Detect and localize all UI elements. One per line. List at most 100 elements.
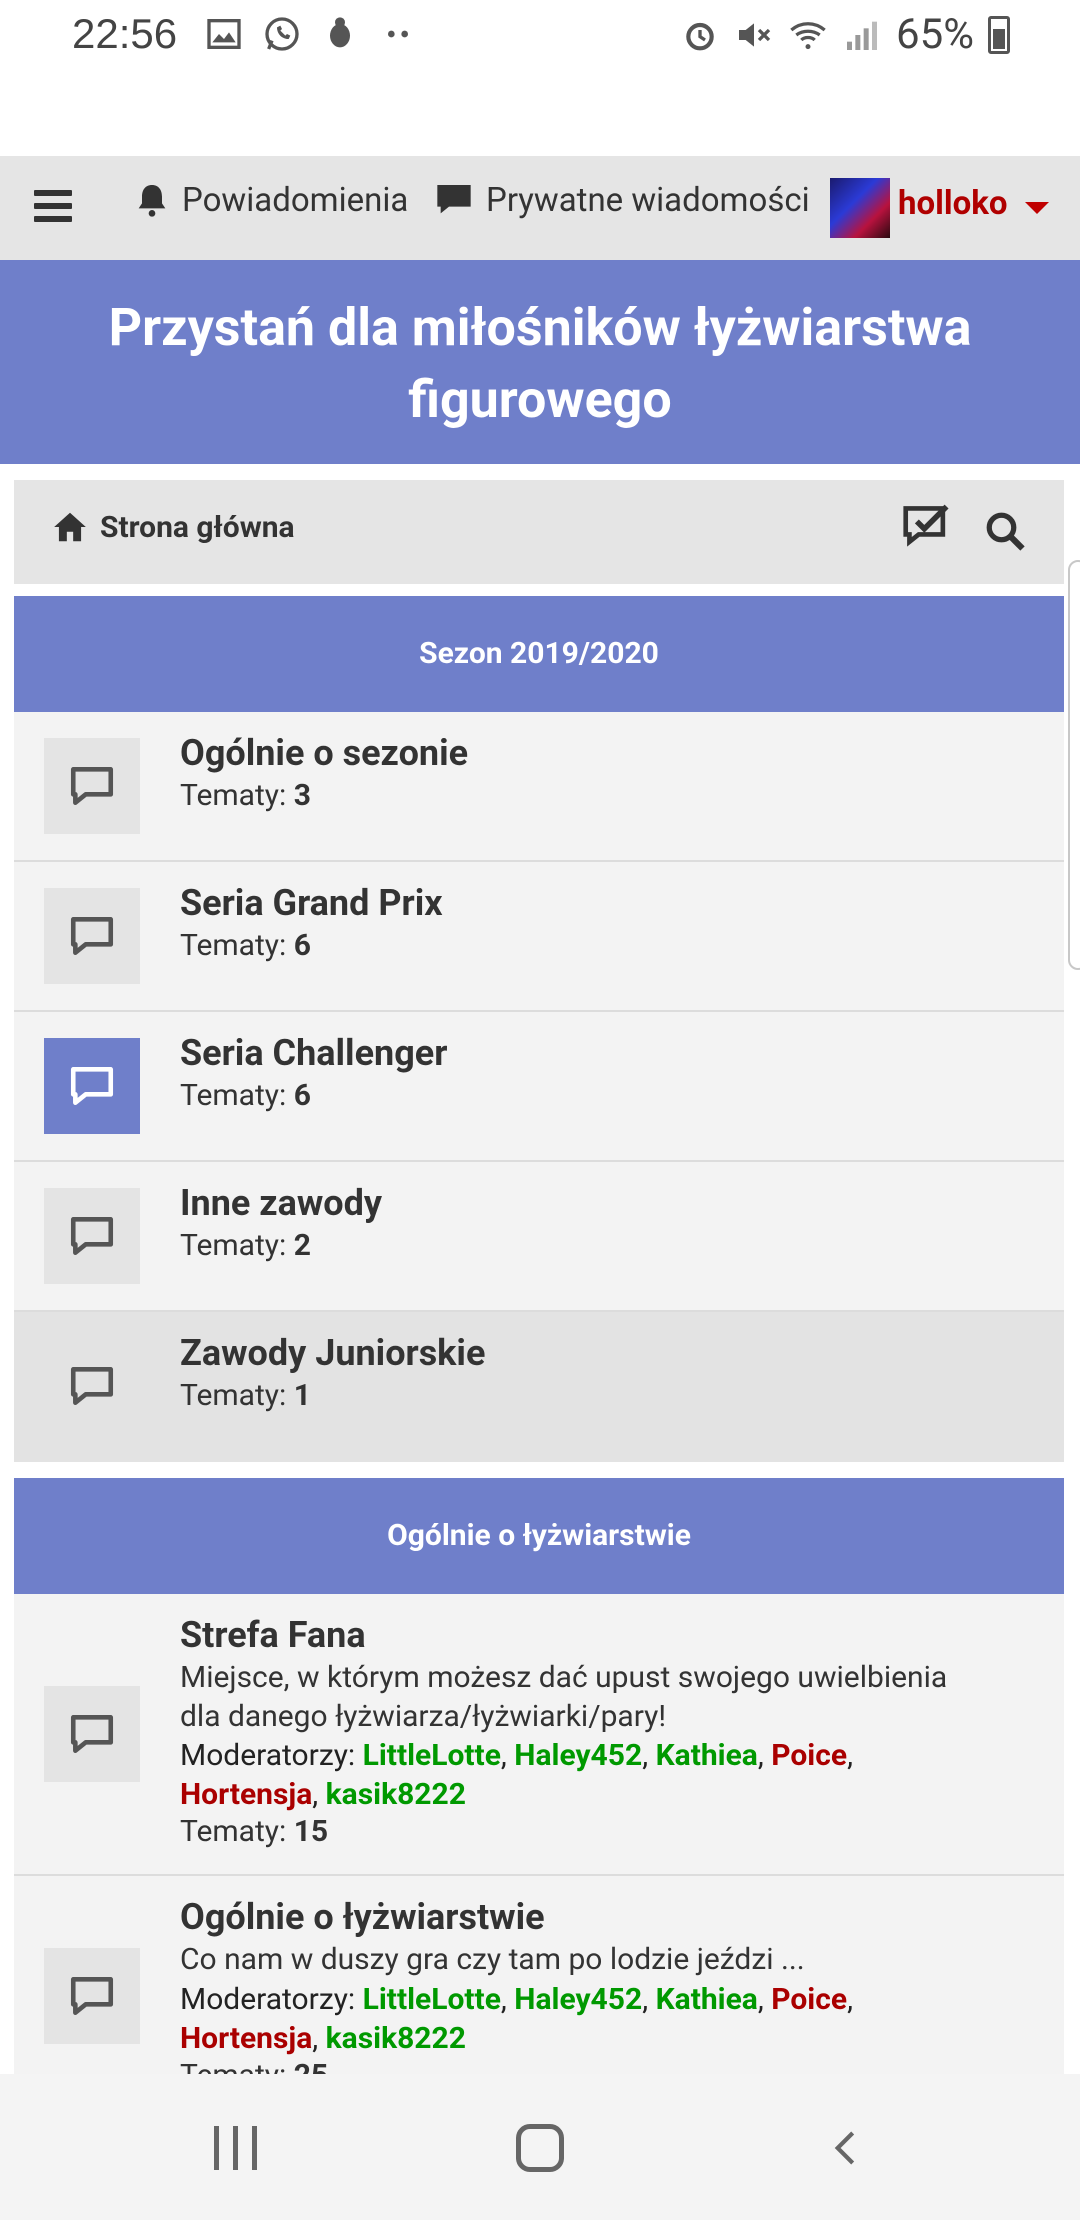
- topics-prefix: Tematy:: [180, 778, 287, 813]
- forum-row[interactable]: Inne zawody Tematy: 2: [14, 1162, 1064, 1312]
- moderators-prefix: Moderatorzy:: [180, 1738, 356, 1773]
- forum-comment-icon: [70, 1367, 114, 1405]
- forum-icon-box: [44, 1338, 140, 1434]
- notifications-label: Powiadomienia: [182, 180, 409, 220]
- battery-percent: 65%: [896, 10, 974, 59]
- mark-read-icon[interactable]: [902, 504, 954, 550]
- topics-prefix: Tematy:: [180, 928, 287, 963]
- topics-prefix: Tematy:: [180, 1078, 287, 1113]
- moderator-link[interactable]: Haley452: [514, 1738, 642, 1773]
- moderator-link[interactable]: Kathiea: [656, 1982, 758, 2017]
- moderator-link[interactable]: Poice: [771, 1738, 847, 1773]
- forum-comment-icon: [70, 917, 114, 955]
- private-messages-link[interactable]: Prywatne wiadomości: [434, 180, 810, 220]
- forum-description: Miejsce, w którym możesz dać upust swoje…: [180, 1658, 1050, 1736]
- moderator-link[interactable]: Kathiea: [656, 1738, 758, 1773]
- forum-comment-icon: [70, 1217, 114, 1255]
- forum-title[interactable]: Inne zawody: [180, 1182, 382, 1224]
- description-line: dla danego łyżwiarza/łyżwiarki/pary!: [180, 1699, 667, 1734]
- site-header: Przystań dla miłośników łyżwiarstwa figu…: [0, 260, 1080, 464]
- username-link[interactable]: holloko: [898, 184, 1007, 223]
- topics-count: 3: [293, 778, 311, 813]
- forum-row[interactable]: Seria Grand Prix Tematy: 6: [14, 862, 1064, 1012]
- description-line: Miejsce, w którym możesz dać upust swoje…: [180, 1660, 948, 1695]
- whatsapp-icon: [265, 17, 299, 51]
- forum-icon-box: [44, 888, 140, 984]
- caret-down-icon[interactable]: [1025, 202, 1049, 214]
- private-messages-label: Prywatne wiadomości: [486, 180, 810, 220]
- forum-row[interactable]: Strefa Fana Miejsce, w którym możesz dać…: [14, 1594, 1064, 1876]
- gallery-icon: [207, 19, 241, 49]
- forum-topics: Tematy: 6: [180, 1078, 311, 1113]
- more-dots-icon: [388, 30, 408, 38]
- home-link[interactable]: Strona główna: [50, 508, 295, 546]
- moderator-link[interactable]: Poice: [771, 1982, 847, 2017]
- mute-icon: [739, 22, 771, 47]
- forum-comment-icon: [70, 1715, 114, 1753]
- forum-row[interactable]: Ogólnie o sezonie Tematy: 3: [14, 712, 1064, 862]
- moderator-link[interactable]: LittleLotte: [363, 1738, 501, 1773]
- forum-icon-box: [44, 1686, 140, 1782]
- recents-button[interactable]: [214, 2126, 257, 2170]
- forum-icon-box-unread: [44, 1038, 140, 1134]
- moderator-link[interactable]: kasik8222: [326, 2021, 466, 2056]
- site-title-line1: Przystań dla miłośników łyżwiarstwa: [108, 297, 972, 358]
- forum-topics: Tematy: 1: [180, 1378, 311, 1413]
- topics-count: 2: [293, 1228, 311, 1263]
- forum-icon-box: [44, 1188, 140, 1284]
- topics-prefix: Tematy:: [180, 1814, 287, 1849]
- status-bar: 22:56 65%: [0, 0, 1080, 72]
- breadcrumb: Strona główna: [14, 480, 1064, 584]
- moderator-link[interactable]: Hortensja: [180, 2021, 312, 2056]
- forum-title[interactable]: Seria Challenger: [180, 1032, 447, 1074]
- moderators-list: Moderatorzy: LittleLotte, Haley452, Kath…: [180, 1982, 853, 2056]
- topics-count: 6: [293, 928, 311, 963]
- forum-topics: Tematy: 6: [180, 928, 311, 963]
- forum-title[interactable]: Zawody Juniorskie: [180, 1332, 485, 1374]
- avatar[interactable]: [830, 178, 890, 238]
- moderators-list: Moderatorzy: LittleLotte, Haley452, Kath…: [180, 1738, 853, 1812]
- status-time: 22:56: [72, 10, 178, 57]
- forum-title[interactable]: Seria Grand Prix: [180, 882, 443, 924]
- forum-topics: Tematy: 15: [180, 1814, 328, 1849]
- notifications-link[interactable]: Powiadomienia: [132, 180, 408, 220]
- status-right: 65%: [680, 10, 1010, 59]
- forum-icon-box: [44, 738, 140, 834]
- menu-icon[interactable]: [34, 190, 72, 222]
- topics-prefix: Tematy:: [180, 1228, 287, 1263]
- bell-icon: [138, 185, 166, 217]
- signal-icon: [847, 21, 878, 50]
- home-label: Strona główna: [100, 509, 295, 545]
- moderator-link[interactable]: kasik8222: [326, 1777, 466, 1812]
- forum-row[interactable]: Seria Challenger Tematy: 6: [14, 1012, 1064, 1162]
- section-header[interactable]: Sezon 2019/2020: [14, 596, 1064, 712]
- bug-icon: [330, 17, 350, 48]
- forum-title[interactable]: Ogólnie o sezonie: [180, 732, 468, 774]
- topics-count: 6: [293, 1078, 311, 1113]
- search-icon[interactable]: [984, 510, 1026, 552]
- site-title-line2: figurowego: [408, 369, 672, 430]
- home-icon: [54, 512, 86, 542]
- moderator-link[interactable]: LittleLotte: [363, 1982, 501, 2017]
- system-navigation-bar: [0, 2074, 1080, 2220]
- edge-panel-handle[interactable]: [1068, 560, 1080, 970]
- forum-topics: Tematy: 3: [180, 778, 311, 813]
- topics-count: 1: [293, 1378, 311, 1413]
- description-line: Co nam w duszy gra czy tam po lodzie jeź…: [180, 1942, 805, 1977]
- forum-row[interactable]: Zawody Juniorskie Tematy: 1: [14, 1312, 1064, 1462]
- forum-title[interactable]: Ogólnie o łyżwiarstwie: [180, 1896, 545, 1938]
- forum-topics: Tematy: 2: [180, 1228, 311, 1263]
- wifi-icon: [790, 21, 826, 49]
- forum-comment-icon: [70, 1977, 114, 2015]
- alarm-icon: [686, 22, 714, 50]
- status-left-icons: [204, 14, 418, 54]
- moderator-link[interactable]: Haley452: [514, 1982, 642, 2017]
- section-header[interactable]: Ogólnie o łyżwiarstwie: [14, 1478, 1064, 1594]
- forum-title[interactable]: Strefa Fana: [180, 1614, 366, 1656]
- home-button[interactable]: [516, 2124, 564, 2172]
- forum-comment-icon: [70, 767, 114, 805]
- moderator-link[interactable]: Hortensja: [180, 1777, 312, 1812]
- forum-icon-box: [44, 1948, 140, 2044]
- back-icon[interactable]: [826, 2128, 866, 2168]
- topics-count: 15: [293, 1814, 329, 1849]
